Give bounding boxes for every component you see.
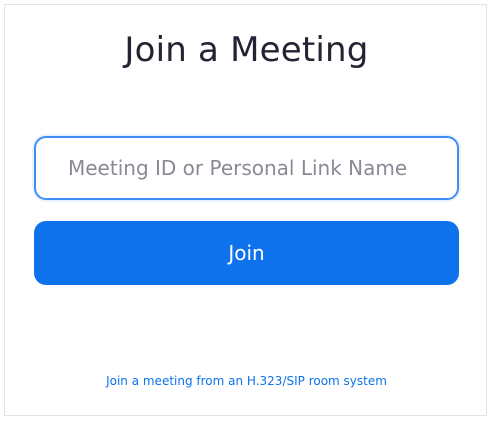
page-title: Join a Meeting — [124, 30, 369, 70]
room-system-join-link[interactable]: Join a meeting from an H.323/SIP room sy… — [0, 374, 493, 388]
join-button-label: Join — [228, 241, 265, 265]
join-button[interactable]: Join — [34, 221, 459, 285]
meeting-id-input[interactable] — [34, 136, 459, 200]
